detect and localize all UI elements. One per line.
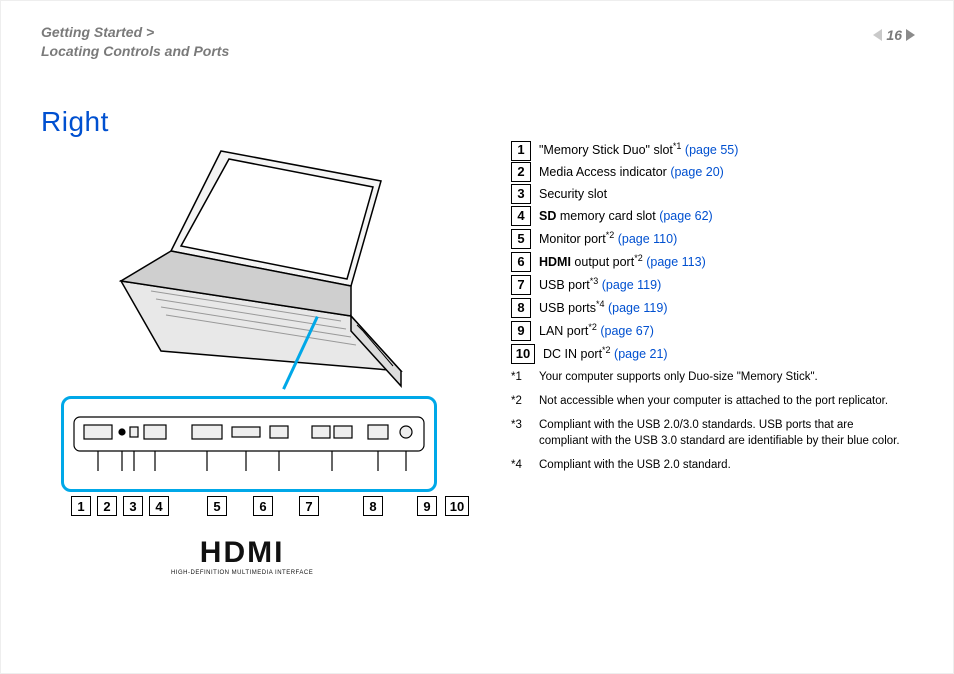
footnote-marker: *3 bbox=[511, 417, 529, 449]
breadcrumb-line-1: Getting Started > bbox=[41, 23, 229, 42]
footnote-text: Not accessible when your computer is att… bbox=[539, 393, 888, 409]
footnote: *1 Your computer supports only Duo-size … bbox=[511, 369, 903, 385]
list-item: 8 USB ports*4 (page 119) bbox=[511, 297, 911, 320]
item-text: LAN port*2 (page 67) bbox=[539, 320, 654, 343]
ports-side-view-illustration bbox=[72, 409, 426, 479]
item-text: "Memory Stick Duo" slot*1 (page 55) bbox=[539, 139, 738, 162]
page-link[interactable]: (page 20) bbox=[670, 165, 724, 179]
item-num: 7 bbox=[511, 275, 531, 295]
page-link[interactable]: (page 110) bbox=[618, 232, 678, 246]
item-text: Monitor port*2 (page 110) bbox=[539, 228, 677, 251]
callout-num-1: 1 bbox=[71, 496, 91, 516]
page-number-group: 16 bbox=[873, 27, 915, 43]
breadcrumb-line-2: Locating Controls and Ports bbox=[41, 42, 229, 61]
list-item: 3 Security slot bbox=[511, 184, 911, 206]
callout-num-9: 9 bbox=[417, 496, 437, 516]
item-num: 5 bbox=[511, 229, 531, 249]
item-text: HDMI output port*2 (page 113) bbox=[539, 251, 706, 274]
list-item: 6 HDMI output port*2 (page 113) bbox=[511, 251, 911, 274]
item-text: USB ports*4 (page 119) bbox=[539, 297, 668, 320]
page-number: 16 bbox=[886, 27, 902, 43]
footnote-text: Your computer supports only Duo-size "Me… bbox=[539, 369, 818, 385]
page-link[interactable]: (page 119) bbox=[608, 301, 668, 315]
list-item: 10 DC IN port*2 (page 21) bbox=[511, 343, 911, 366]
callout-num-5: 5 bbox=[207, 496, 227, 516]
page-link[interactable]: (page 62) bbox=[659, 209, 713, 223]
page: Getting Started > Locating Controls and … bbox=[0, 0, 954, 674]
page-link[interactable]: (page 119) bbox=[602, 278, 662, 292]
footnote-text: Compliant with the USB 2.0/3.0 standards… bbox=[539, 417, 903, 449]
page-link[interactable]: (page 21) bbox=[614, 347, 668, 361]
hdmi-logo: HDMI HIGH-DEFINITION MULTIMEDIA INTERFAC… bbox=[171, 536, 313, 576]
list-item: 9 LAN port*2 (page 67) bbox=[511, 320, 911, 343]
breadcrumb: Getting Started > Locating Controls and … bbox=[41, 23, 229, 61]
section-title: Right bbox=[41, 106, 109, 138]
footnote-marker: *2 bbox=[511, 393, 529, 409]
list-item: 1 "Memory Stick Duo" slot*1 (page 55) bbox=[511, 139, 911, 162]
side-view-callout bbox=[61, 396, 437, 492]
footnote-text: Compliant with the USB 2.0 standard. bbox=[539, 457, 731, 473]
item-num: 10 bbox=[511, 344, 535, 364]
item-num: 3 bbox=[511, 184, 531, 204]
page-link[interactable]: (page 67) bbox=[600, 324, 654, 338]
ports-list: 1 "Memory Stick Duo" slot*1 (page 55) 2 … bbox=[511, 139, 911, 366]
footnotes: *1 Your computer supports only Duo-size … bbox=[511, 369, 903, 481]
item-num: 1 bbox=[511, 141, 531, 161]
figure-area: 1 2 3 4 5 6 7 8 9 10 HDMI HIGH-DEFINITIO… bbox=[61, 136, 481, 556]
item-num: 8 bbox=[511, 298, 531, 318]
callout-num-7: 7 bbox=[299, 496, 319, 516]
item-text: DC IN port*2 (page 21) bbox=[543, 343, 668, 366]
list-item: 5 Monitor port*2 (page 110) bbox=[511, 228, 911, 251]
callout-num-2: 2 bbox=[97, 496, 117, 516]
item-text: Security slot bbox=[539, 184, 607, 206]
next-page-icon[interactable] bbox=[906, 29, 915, 41]
hdmi-logo-text: HDMI bbox=[171, 536, 313, 570]
prev-page-icon[interactable] bbox=[873, 29, 882, 41]
list-item: 2 Media Access indicator (page 20) bbox=[511, 162, 911, 184]
callout-num-3: 3 bbox=[123, 496, 143, 516]
item-text: Media Access indicator (page 20) bbox=[539, 162, 724, 184]
item-num: 4 bbox=[511, 206, 531, 226]
callout-num-6: 6 bbox=[253, 496, 273, 516]
list-item: 4 SD memory card slot (page 62) bbox=[511, 206, 911, 228]
callout-number-row: 1 2 3 4 5 6 7 8 9 10 bbox=[71, 496, 469, 516]
item-text: SD memory card slot (page 62) bbox=[539, 206, 713, 228]
footnote: *4 Compliant with the USB 2.0 standard. bbox=[511, 457, 903, 473]
item-num: 2 bbox=[511, 162, 531, 182]
hdmi-logo-subtext: HIGH-DEFINITION MULTIMEDIA INTERFACE bbox=[171, 570, 313, 576]
item-text: USB port*3 (page 119) bbox=[539, 274, 661, 297]
list-item: 7 USB port*3 (page 119) bbox=[511, 274, 911, 297]
footnote: *2 Not accessible when your computer is … bbox=[511, 393, 903, 409]
page-link[interactable]: (page 55) bbox=[685, 143, 739, 157]
page-link[interactable]: (page 113) bbox=[646, 255, 706, 269]
callout-num-10: 10 bbox=[445, 496, 469, 516]
callout-num-4: 4 bbox=[149, 496, 169, 516]
callout-num-8: 8 bbox=[363, 496, 383, 516]
item-num: 6 bbox=[511, 252, 531, 272]
footnote: *3 Compliant with the USB 2.0/3.0 standa… bbox=[511, 417, 903, 449]
footnote-marker: *1 bbox=[511, 369, 529, 385]
laptop-illustration bbox=[101, 141, 421, 401]
item-num: 9 bbox=[511, 321, 531, 341]
footnote-marker: *4 bbox=[511, 457, 529, 473]
